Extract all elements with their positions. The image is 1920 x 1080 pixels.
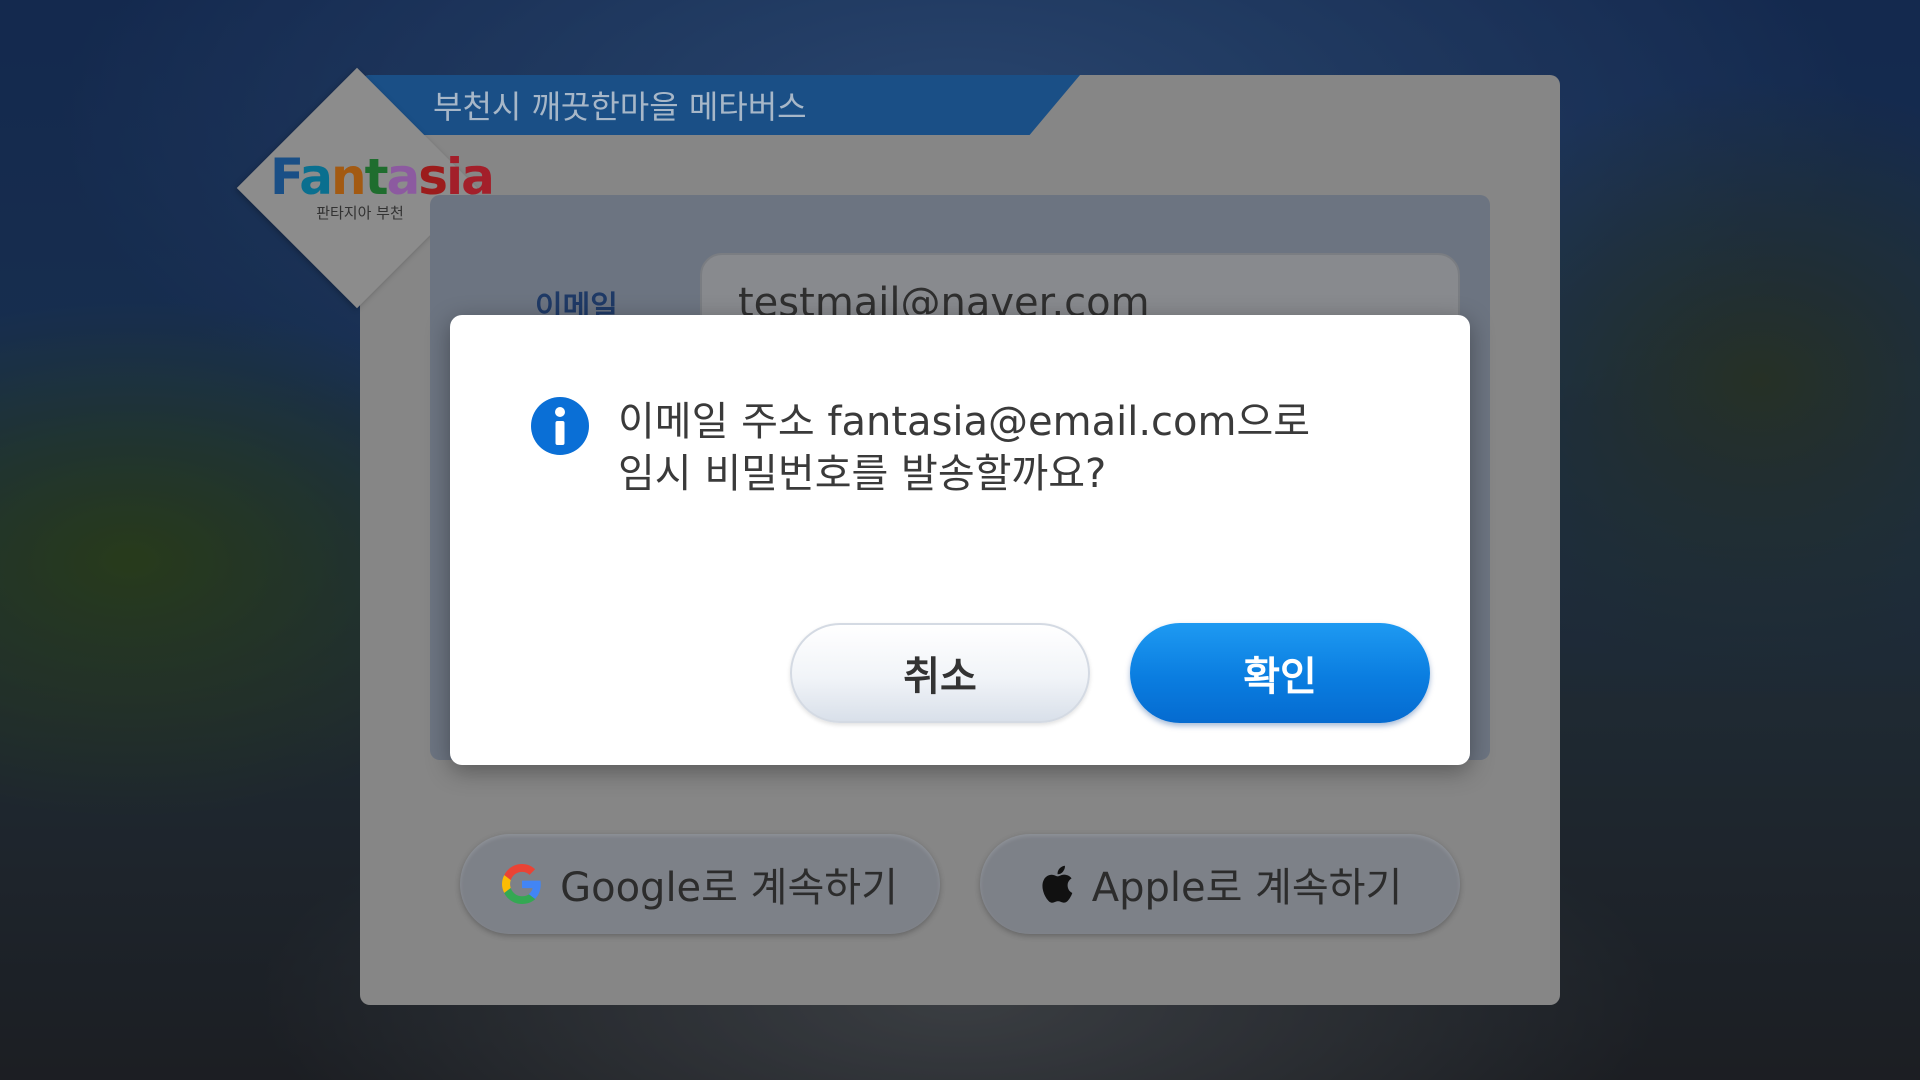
info-icon [531, 397, 589, 455]
logo-word: Fantasia [270, 148, 495, 206]
fantasia-logo: Fantasia 판타지아 부천 [270, 148, 495, 223]
dialog-message: 이메일 주소 fantasia@email.com으로 임시 비밀번호를 발송할… [618, 396, 1378, 500]
google-icon [502, 864, 541, 904]
apple-login-label: Apple로 계속하기 [1091, 865, 1403, 911]
page-title: 부천시 깨끗한마을 메타버스 [433, 88, 807, 126]
dialog-message-line2: 임시 비밀번호를 발송할까요? [618, 451, 1107, 497]
confirm-button[interactable]: 확인 [1130, 623, 1430, 723]
google-login-button[interactable]: Google로 계속하기 [460, 834, 940, 934]
dialog-message-line1: 이메일 주소 fantasia@email.com으로 [618, 399, 1311, 445]
google-login-label: Google로 계속하기 [560, 865, 898, 911]
apple-login-button[interactable]: Apple로 계속하기 [980, 834, 1460, 934]
apple-icon [1042, 865, 1073, 903]
cancel-button[interactable]: 취소 [790, 623, 1090, 723]
